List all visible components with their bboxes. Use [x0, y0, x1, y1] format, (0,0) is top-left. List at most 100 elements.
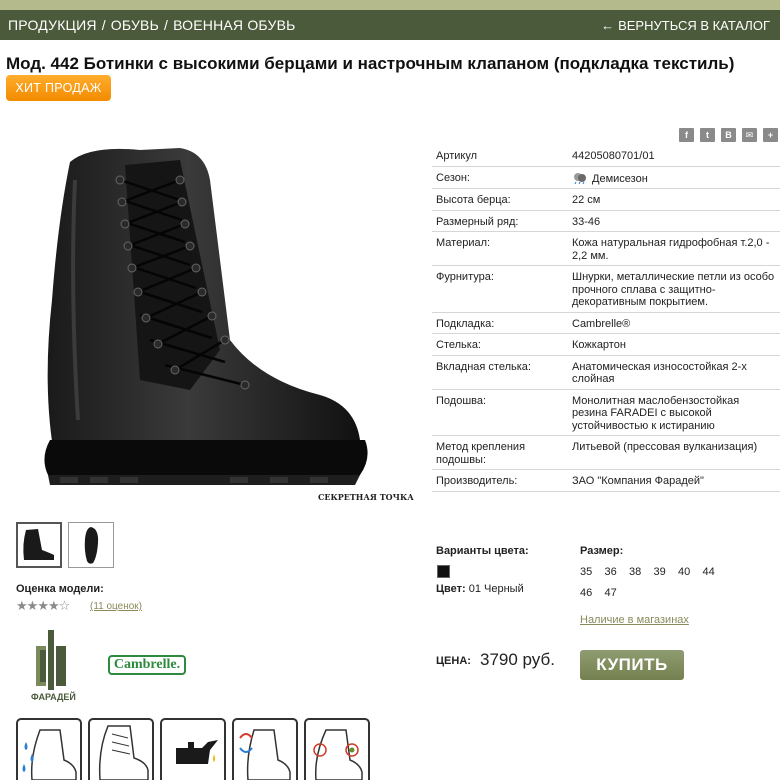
current-color-label: Цвет:	[436, 583, 466, 595]
spec-row: Сезон: Демисезон	[432, 166, 780, 189]
size-option[interactable]: 35	[580, 566, 605, 587]
vkontakte-icon[interactable]: В	[721, 128, 736, 142]
spec-value: Кожкартон	[568, 333, 780, 356]
faradei-logo-text: ФАРАДЕЙ	[31, 692, 76, 702]
spec-key: Подошва:	[432, 389, 568, 436]
spec-row: Производитель: ЗАО "Компания Фарадей"	[432, 469, 780, 492]
star-filled-icon: ★	[37, 598, 49, 613]
feature-high-boot-icon[interactable]	[88, 718, 154, 780]
size-option[interactable]: 36	[605, 566, 630, 587]
twitter-icon[interactable]: t	[700, 128, 715, 142]
spec-key: Высота берца:	[432, 188, 568, 211]
bestseller-badge: ХИТ ПРОДАЖ	[6, 75, 111, 101]
feature-oil-resistant-icon[interactable]	[160, 718, 226, 780]
cambrelle-logo: Cambrelle.	[108, 655, 186, 675]
breadcrumb-separator: /	[101, 17, 106, 33]
breadcrumb-products[interactable]: ПРОДУКЦИЯ	[8, 17, 97, 33]
spec-key: Материал:	[432, 231, 568, 266]
size-label: Размер:	[580, 545, 624, 557]
spec-row: Фурнитура: Шнурки, металлические петли из…	[432, 265, 780, 313]
price-label: ЦЕНА:	[436, 655, 471, 667]
spec-key: Производитель:	[432, 469, 568, 492]
spec-row: Подошва: Монолитная маслобензостойкая рез…	[432, 389, 780, 436]
rating-stars[interactable]: ★★★★☆	[16, 598, 71, 614]
spec-key: Метод крепления подошвы:	[432, 435, 568, 470]
email-icon[interactable]: ✉	[742, 128, 757, 142]
spec-row: Подкладка: Cambrelle®	[432, 312, 780, 334]
reviews-link[interactable]: (11 оценок)	[90, 601, 142, 612]
spec-value: Шнурки, металлические петли из особо про…	[568, 265, 780, 313]
rating-label: Оценка модели:	[16, 583, 104, 595]
spec-row: Метод крепления подошвы: Литьевой (прессо…	[432, 435, 780, 470]
price-value: 3790 руб.	[480, 650, 555, 669]
boot-temperature-icon	[239, 729, 291, 780]
spec-row: Размерный ряд: 33-46	[432, 210, 780, 232]
size-option[interactable]: 39	[654, 566, 679, 587]
breadcrumb-military-footwear[interactable]: ВОЕННАЯ ОБУВЬ	[173, 17, 295, 33]
spec-row: Материал: Кожа натуральная гидрофобная т.…	[432, 231, 780, 266]
specifications-table: Артикул 44205080701/01 Сезон: Демисезон Вы…	[432, 145, 780, 492]
weather-icon	[574, 172, 586, 184]
arrow-left-icon: ←	[601, 17, 615, 33]
size-option[interactable]: 40	[678, 566, 703, 587]
spec-key: Подкладка:	[432, 312, 568, 334]
thumbnail-side-view[interactable]	[16, 522, 62, 568]
size-option[interactable]: 46	[580, 587, 605, 608]
spec-value-season: Демисезон	[568, 166, 780, 189]
back-to-catalog-label: ВЕРНУТЬСЯ В КАТАЛОГ	[618, 17, 770, 33]
size-option[interactable]: 47	[605, 587, 630, 608]
feature-heat-cold-icon[interactable]	[232, 718, 298, 780]
size-option[interactable]: 38	[629, 566, 654, 587]
spec-value: 33-46	[568, 210, 780, 232]
facebook-icon[interactable]: f	[679, 128, 694, 142]
back-to-catalog-link[interactable]: ← ВЕРНУТЬСЯ В КАТАЛОГ	[601, 18, 770, 33]
spec-row: Высота берца: 22 см	[432, 188, 780, 211]
spec-key: Сезон:	[432, 166, 568, 189]
color-variants-label: Варианты цвета:	[436, 545, 529, 557]
current-color-value: 01 Черный	[468, 583, 524, 595]
boot-sole-protection-icon	[313, 729, 363, 780]
buy-button[interactable]: КУПИТЬ	[580, 650, 684, 680]
share-buttons: f t В ✉ +	[679, 128, 778, 142]
high-boot-icon	[98, 725, 149, 780]
color-swatch-black[interactable]	[437, 565, 450, 578]
star-filled-icon: ★	[47, 598, 60, 613]
feature-anti-puncture-icon[interactable]	[304, 718, 370, 780]
spec-row: Стелька: Кожкартон	[432, 333, 780, 356]
spec-value: Cambrelle®	[568, 312, 780, 334]
spec-value: ЗАО "Компания Фарадей"	[568, 469, 780, 492]
top-nav-bar: ПРОДУКЦИЯ / ОБУВЬ / ВОЕННАЯ ОБУВЬ ← ВЕРНУТЬСЯ…	[0, 10, 780, 40]
spec-value: 22 см	[568, 188, 780, 211]
star-filled-icon: ★	[26, 598, 39, 613]
spec-value: Анатомическая износостойкая 2-х слойная	[568, 355, 780, 390]
current-color: Цвет: 01 Черный	[436, 583, 524, 595]
spec-key: Фурнитура:	[432, 265, 568, 313]
boot-water-drops-icon	[22, 729, 77, 780]
boot-icon	[23, 529, 54, 560]
spec-value: Литьевой (прессовая вулканизация)	[568, 435, 780, 470]
spec-key: Артикул	[432, 145, 568, 167]
watermark: СЕКРЕТНАЯ ТОЧКА	[318, 492, 414, 502]
size-option[interactable]: 44	[703, 566, 728, 587]
more-share-icon[interactable]: +	[763, 128, 778, 142]
star-empty-icon: ☆	[58, 598, 71, 613]
oil-can-icon	[176, 740, 218, 764]
star-filled-icon: ★	[16, 598, 28, 613]
season-value: Демисезон	[592, 172, 648, 185]
feature-waterproof-icon[interactable]	[16, 718, 82, 780]
thumbnail-sole-view[interactable]	[68, 522, 114, 568]
spec-value: Кожа натуральная гидрофобная т.2,0 - 2,2…	[568, 231, 780, 266]
top-stripe	[0, 0, 780, 10]
spec-key: Стелька:	[432, 333, 568, 356]
product-main-image[interactable]	[30, 140, 400, 510]
product-title: Мод. 442 Ботинки с высокими берцами и на…	[6, 54, 735, 73]
breadcrumb-separator: /	[163, 17, 169, 33]
store-availability-link[interactable]: Наличие в магазинах	[580, 614, 689, 626]
size-list: 35 36 38 39 40 44 46 47	[580, 566, 730, 608]
spec-value: 44205080701/01	[568, 145, 780, 167]
spec-key: Вкладная стелька:	[432, 355, 568, 390]
spec-key: Размерный ряд:	[432, 210, 568, 232]
breadcrumb: ПРОДУКЦИЯ / ОБУВЬ / ВОЕННАЯ ОБУВЬ	[8, 17, 296, 33]
breadcrumb-footwear[interactable]: ОБУВЬ	[111, 17, 159, 33]
spec-row: Вкладная стелька: Анатомическая износосто…	[432, 355, 780, 390]
